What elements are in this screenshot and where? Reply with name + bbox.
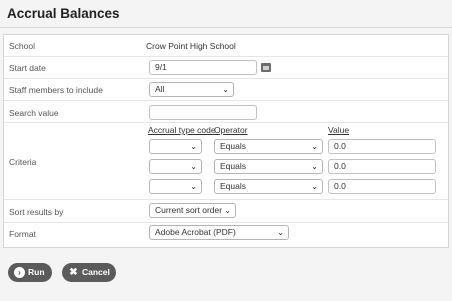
- operator-header: Operator: [214, 125, 248, 135]
- chevron-down-icon: ⌄: [311, 142, 318, 151]
- row-divider: [4, 56, 448, 57]
- criteria-label: Criteria: [9, 157, 37, 167]
- format-selected: Adobe Acrobat (PDF): [155, 227, 236, 237]
- format-select[interactable]: Adobe Acrobat (PDF) ⌄: [149, 225, 289, 240]
- chevron-down-icon: ⌄: [222, 85, 229, 94]
- criteria-value-input[interactable]: 0.0: [328, 179, 436, 194]
- close-icon: ✖: [69, 267, 78, 278]
- sort-select[interactable]: Current sort order ⌄: [149, 203, 236, 218]
- operator-select[interactable]: Equals ⌄: [214, 179, 323, 194]
- school-value: Crow Point High School: [146, 41, 236, 51]
- accrual-type-header: Accrual type code: [148, 125, 216, 135]
- staff-members-select[interactable]: All ⌄: [149, 82, 234, 97]
- chevron-down-icon: ⌄: [190, 142, 197, 151]
- value-header: Value: [328, 125, 350, 135]
- row-divider: [4, 122, 448, 123]
- row-divider: [4, 100, 448, 101]
- accrual-type-select[interactable]: ⌄: [149, 139, 202, 154]
- format-label: Format: [9, 229, 36, 239]
- accrual-type-select[interactable]: ⌄: [149, 159, 202, 174]
- start-date-input[interactable]: 9/1: [149, 60, 257, 75]
- row-divider: [4, 222, 448, 223]
- staff-members-label: Staff members to include: [9, 85, 103, 95]
- criteria-value-input[interactable]: 0.0: [328, 139, 436, 154]
- accrual-type-select[interactable]: ⌄: [149, 179, 202, 194]
- chevron-down-icon: ⌄: [190, 182, 197, 191]
- row-divider: [4, 78, 448, 79]
- chevron-down-icon: ⌄: [311, 182, 318, 191]
- chevron-down-icon: ⌄: [190, 162, 197, 171]
- chevron-down-icon: ⌄: [277, 228, 284, 237]
- start-date-label: Start date: [9, 63, 46, 73]
- sort-label: Sort results by: [9, 207, 64, 217]
- header-divider: [0, 27, 452, 28]
- school-label: School: [9, 41, 35, 51]
- page-title: Accrual Balances: [7, 6, 120, 21]
- staff-members-selected: All: [155, 84, 165, 94]
- run-button-label: Run: [28, 267, 45, 277]
- chevron-down-icon: ⌄: [311, 162, 318, 171]
- run-button[interactable]: › Run: [8, 263, 52, 282]
- search-value-input[interactable]: [149, 105, 257, 120]
- cancel-button[interactable]: ✖ Cancel: [62, 263, 116, 282]
- calendar-icon[interactable]: [261, 63, 271, 72]
- operator-select[interactable]: Equals ⌄: [214, 159, 323, 174]
- search-value-label: Search value: [9, 108, 59, 118]
- chevron-right-circle-icon: ›: [14, 267, 25, 278]
- sort-selected: Current sort order: [155, 205, 223, 215]
- criteria-value-input[interactable]: 0.0: [328, 159, 436, 174]
- operator-select[interactable]: Equals ⌄: [214, 139, 323, 154]
- chevron-down-icon: ⌄: [224, 206, 231, 215]
- row-divider: [4, 199, 448, 200]
- cancel-button-label: Cancel: [82, 267, 110, 277]
